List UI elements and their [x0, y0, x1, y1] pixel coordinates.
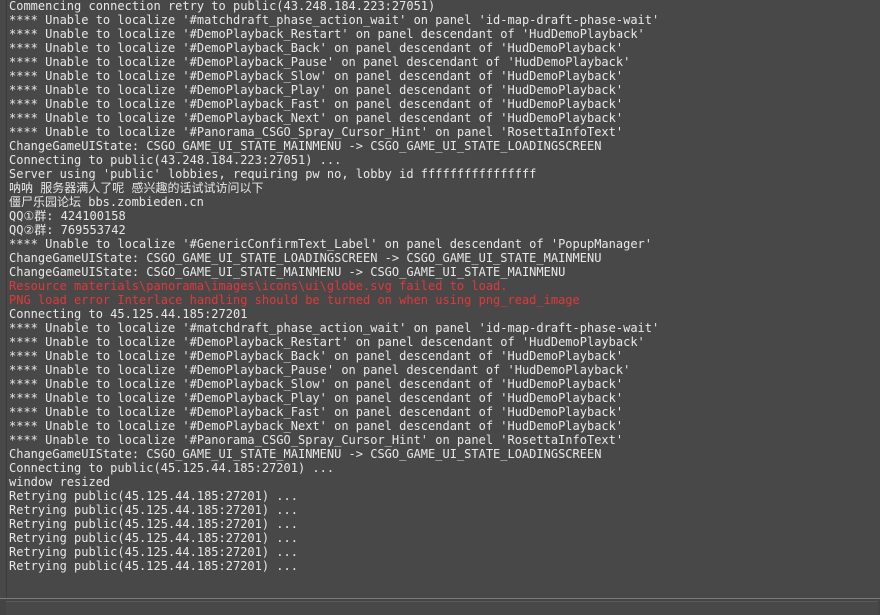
console-input[interactable] [6, 601, 878, 615]
log-lines: Commencing connection retry to public(43… [9, 0, 659, 573]
log-line: **** Unable to localize '#DemoPlayback_F… [9, 97, 624, 111]
log-line: **** Unable to localize '#Panorama_CSGO_… [9, 433, 624, 447]
log-line: Retrying public(45.125.44.185:27201) ... [9, 559, 298, 573]
console-log[interactable]: Commencing connection retry to public(43… [6, 0, 880, 598]
log-line: window resized [9, 475, 111, 489]
console-input-bar [0, 598, 880, 615]
log-line: **** Unable to localize '#GenericConfirm… [9, 237, 652, 251]
log-line: **** Unable to localize '#DemoPlayback_F… [9, 405, 624, 419]
log-line: **** Unable to localize '#DemoPlayback_N… [9, 111, 624, 125]
log-line: Server using 'public' lobbies, requiring… [9, 167, 537, 181]
log-line: **** Unable to localize '#DemoPlayback_B… [9, 41, 624, 55]
log-line: QQ①群: 424100158 [9, 209, 126, 223]
log-line-error: PNG load error Interlace handling should… [9, 293, 580, 307]
log-line: 僵尸乐园论坛 bbs.zombieden.cn [9, 195, 204, 209]
log-line: **** Unable to localize '#DemoPlayback_P… [9, 363, 631, 377]
log-line: Retrying public(45.125.44.185:27201) ... [9, 489, 298, 503]
log-line: Connecting to public(45.125.44.185:27201… [9, 461, 335, 475]
log-line: **** Unable to localize '#DemoPlayback_B… [9, 349, 624, 363]
log-line: Connecting to 45.125.44.185:27201 [9, 307, 248, 321]
log-line: **** Unable to localize '#DemoPlayback_N… [9, 419, 624, 433]
log-line-error: Resource materials\panorama\images\icons… [9, 279, 508, 293]
log-line: ChangeGameUIState: CSGO_GAME_UI_STATE_LO… [9, 251, 602, 265]
log-line: QQ②群: 769553742 [9, 223, 126, 237]
log-line: Commencing connection retry to public(43… [9, 0, 436, 13]
log-line: **** Unable to localize '#matchdraft_pha… [9, 13, 660, 27]
log-line: **** Unable to localize '#DemoPlayback_P… [9, 391, 624, 405]
developer-console: Commencing connection retry to public(43… [0, 0, 880, 615]
log-line: ChangeGameUIState: CSGO_GAME_UI_STATE_MA… [9, 447, 602, 461]
log-line: Connecting to public(43.248.184.223:2705… [9, 153, 342, 167]
log-line: Retrying public(45.125.44.185:27201) ... [9, 531, 298, 545]
log-line: **** Unable to localize '#DemoPlayback_S… [9, 69, 624, 83]
log-line: **** Unable to localize '#Panorama_CSGO_… [9, 125, 624, 139]
log-line: Retrying public(45.125.44.185:27201) ... [9, 545, 298, 559]
log-line: **** Unable to localize '#DemoPlayback_R… [9, 335, 645, 349]
log-line: ChangeGameUIState: CSGO_GAME_UI_STATE_MA… [9, 265, 566, 279]
log-line: ChangeGameUIState: CSGO_GAME_UI_STATE_MA… [9, 139, 602, 153]
log-line: 呐呐 服务器满人了呢 感兴趣的话试试访问以下 [9, 181, 264, 195]
log-line: **** Unable to localize '#matchdraft_pha… [9, 321, 660, 335]
log-line: **** Unable to localize '#DemoPlayback_P… [9, 83, 624, 97]
log-line: **** Unable to localize '#DemoPlayback_P… [9, 55, 631, 69]
log-line: Retrying public(45.125.44.185:27201) ... [9, 503, 298, 517]
log-line: Retrying public(45.125.44.185:27201) ... [9, 517, 298, 531]
log-line: **** Unable to localize '#DemoPlayback_S… [9, 377, 624, 391]
log-line: **** Unable to localize '#DemoPlayback_R… [9, 27, 645, 41]
